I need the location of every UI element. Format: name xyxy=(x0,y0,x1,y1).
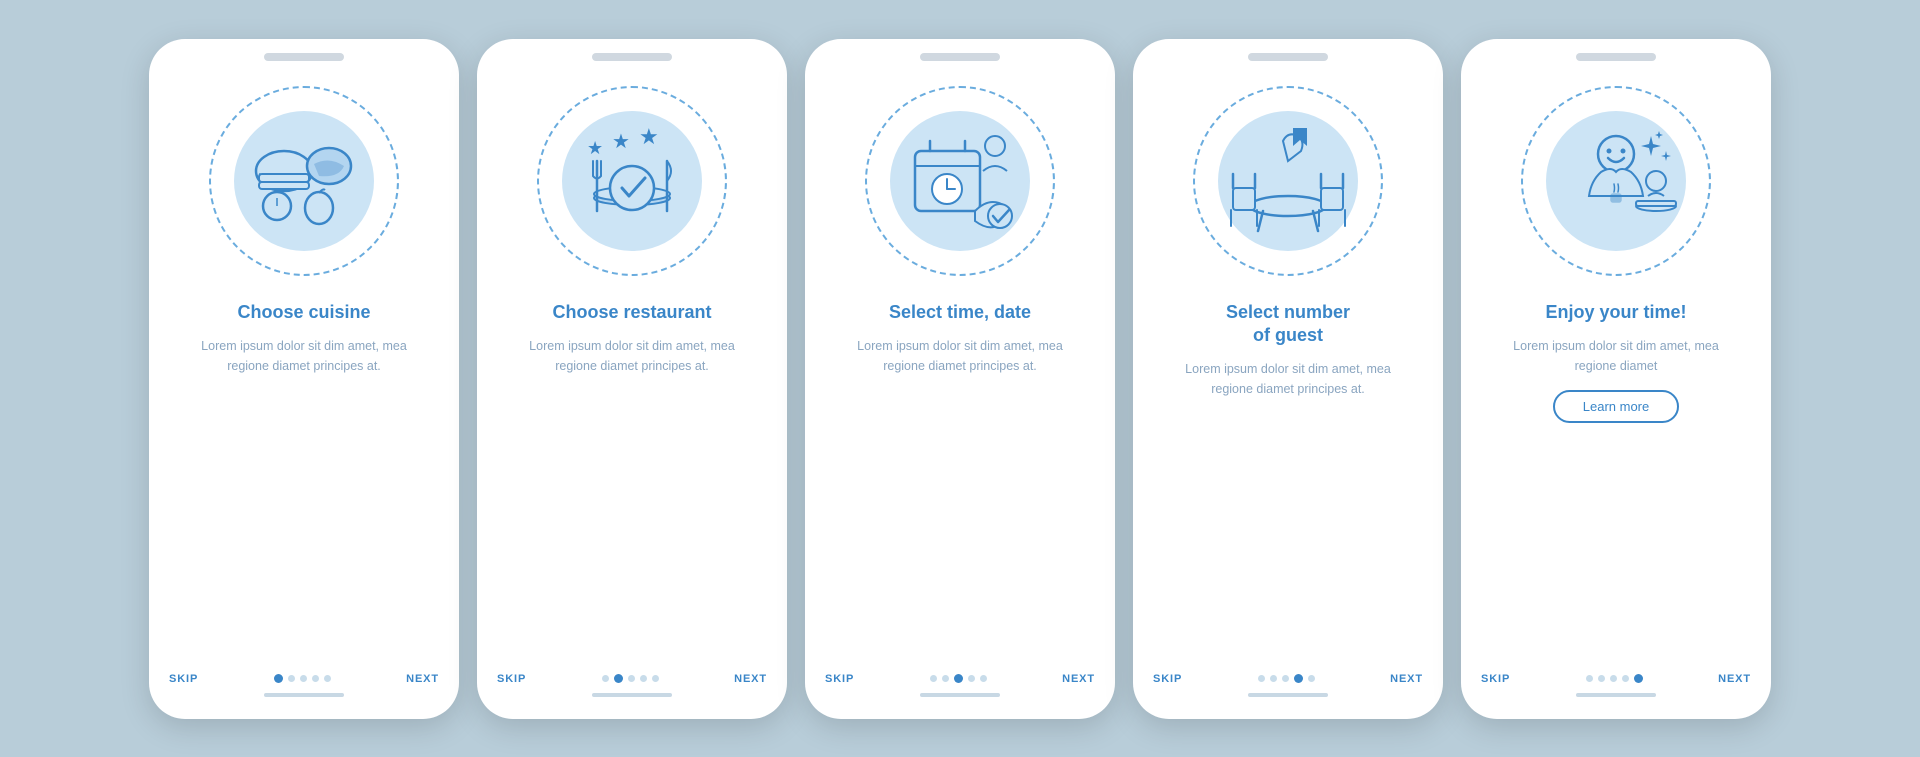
phone-content-4: Select number of guest Lorem ipsum dolor… xyxy=(1133,61,1443,673)
phone-screen-1: Choose cuisine Lorem ipsum dolor sit dim… xyxy=(149,39,459,719)
phone-screen-5: Enjoy your time! Lorem ipsum dolor sit d… xyxy=(1461,39,1771,719)
dots-row-2 xyxy=(602,674,659,683)
phone-notch-3 xyxy=(920,53,1000,61)
dots-row-1 xyxy=(274,674,331,683)
dot-3-4 xyxy=(980,675,987,682)
screen-desc-5: Lorem ipsum dolor sit dim amet, mea regi… xyxy=(1481,336,1751,376)
dot-1-1 xyxy=(288,675,295,682)
home-indicator-4 xyxy=(1248,693,1328,697)
dot-4-1 xyxy=(1270,675,1277,682)
screen-desc-1: Lorem ipsum dolor sit dim amet, mea regi… xyxy=(169,336,439,376)
dot-5-4 xyxy=(1634,674,1643,683)
dot-3-3 xyxy=(968,675,975,682)
screen-title-2: Choose restaurant xyxy=(552,301,711,324)
dot-4-3 xyxy=(1294,674,1303,683)
home-indicator-3 xyxy=(920,693,1000,697)
dot-3-1 xyxy=(942,675,949,682)
dot-4-4 xyxy=(1308,675,1315,682)
phone-content-5: Enjoy your time! Lorem ipsum dolor sit d… xyxy=(1461,61,1771,673)
phone-bottom-3: SKIP NEXT xyxy=(805,673,1115,719)
home-indicator-5 xyxy=(1576,693,1656,697)
skip-button-2[interactable]: SKIP xyxy=(497,673,526,685)
illustration-restaurant: ★ ★ ★ xyxy=(532,81,732,281)
dot-3-0 xyxy=(930,675,937,682)
phone-bottom-5: SKIP NEXT xyxy=(1461,673,1771,719)
screen-desc-3: Lorem ipsum dolor sit dim amet, mea regi… xyxy=(825,336,1095,376)
skip-button-1[interactable]: SKIP xyxy=(169,673,198,685)
nav-row-4: SKIP NEXT xyxy=(1153,673,1423,685)
nav-row-1: SKIP NEXT xyxy=(169,673,439,685)
dot-2-2 xyxy=(628,675,635,682)
svg-text:★: ★ xyxy=(587,138,603,158)
dot-5-1 xyxy=(1598,675,1605,682)
dot-1-2 xyxy=(300,675,307,682)
phone-notch-4 xyxy=(1248,53,1328,61)
dot-2-4 xyxy=(652,675,659,682)
home-indicator-2 xyxy=(592,693,672,697)
dot-1-4 xyxy=(324,675,331,682)
screen-title-5: Enjoy your time! xyxy=(1545,301,1686,324)
next-button-5[interactable]: NEXT xyxy=(1718,673,1751,685)
dot-2-1 xyxy=(614,674,623,683)
dot-1-3 xyxy=(312,675,319,682)
illustration-cuisine xyxy=(204,81,404,281)
screen-desc-2: Lorem ipsum dolor sit dim amet, mea regi… xyxy=(497,336,767,376)
illustration-guest xyxy=(1188,81,1388,281)
cuisine-icon xyxy=(239,116,369,246)
phone-screen-3: Select time, date Lorem ipsum dolor sit … xyxy=(805,39,1115,719)
dot-3-2 xyxy=(954,674,963,683)
dots-row-3 xyxy=(930,674,987,683)
dot-1-0 xyxy=(274,674,283,683)
phone-notch-2 xyxy=(592,53,672,61)
svg-text:★: ★ xyxy=(639,124,659,149)
phone-notch-1 xyxy=(264,53,344,61)
phone-bottom-1: SKIP NEXT xyxy=(149,673,459,719)
next-button-1[interactable]: NEXT xyxy=(406,673,439,685)
screens-container: Choose cuisine Lorem ipsum dolor sit dim… xyxy=(109,9,1811,749)
phone-screen-2: ★ ★ ★ xyxy=(477,39,787,719)
dot-5-0 xyxy=(1586,675,1593,682)
dot-5-2 xyxy=(1610,675,1617,682)
enjoy-icon xyxy=(1551,116,1681,246)
dot-5-3 xyxy=(1622,675,1629,682)
home-indicator-1 xyxy=(264,693,344,697)
screen-title-3: Select time, date xyxy=(889,301,1031,324)
illustration-time xyxy=(860,81,1060,281)
skip-button-3[interactable]: SKIP xyxy=(825,673,854,685)
svg-text:★: ★ xyxy=(612,131,630,153)
learn-more-button[interactable]: Learn more xyxy=(1553,390,1679,423)
dot-2-0 xyxy=(602,675,609,682)
phone-screen-4: Select number of guest Lorem ipsum dolor… xyxy=(1133,39,1443,719)
dots-row-5 xyxy=(1586,674,1643,683)
skip-button-5[interactable]: SKIP xyxy=(1481,673,1510,685)
next-button-2[interactable]: NEXT xyxy=(734,673,767,685)
dot-4-2 xyxy=(1282,675,1289,682)
phone-content-3: Select time, date Lorem ipsum dolor sit … xyxy=(805,61,1115,673)
phone-bottom-2: SKIP NEXT xyxy=(477,673,787,719)
phone-content-1: Choose cuisine Lorem ipsum dolor sit dim… xyxy=(149,61,459,673)
phone-content-2: ★ ★ ★ xyxy=(477,61,787,673)
screen-title-1: Choose cuisine xyxy=(237,301,370,324)
phone-notch-5 xyxy=(1576,53,1656,61)
time-date-icon xyxy=(895,116,1025,246)
restaurant-icon: ★ ★ ★ xyxy=(567,116,697,246)
illustration-enjoy xyxy=(1516,81,1716,281)
nav-row-5: SKIP NEXT xyxy=(1481,673,1751,685)
next-button-4[interactable]: NEXT xyxy=(1390,673,1423,685)
dot-2-3 xyxy=(640,675,647,682)
nav-row-3: SKIP NEXT xyxy=(825,673,1095,685)
guest-icon xyxy=(1223,116,1353,246)
dots-row-4 xyxy=(1258,674,1315,683)
dot-4-0 xyxy=(1258,675,1265,682)
nav-row-2: SKIP NEXT xyxy=(497,673,767,685)
skip-button-4[interactable]: SKIP xyxy=(1153,673,1182,685)
screen-desc-4: Lorem ipsum dolor sit dim amet, mea regi… xyxy=(1153,359,1423,399)
next-button-3[interactable]: NEXT xyxy=(1062,673,1095,685)
screen-title-4: Select number of guest xyxy=(1226,301,1350,348)
phone-bottom-4: SKIP NEXT xyxy=(1133,673,1443,719)
